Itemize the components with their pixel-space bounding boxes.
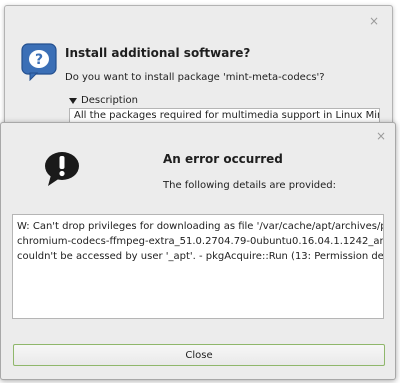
triangle-down-icon <box>69 97 77 104</box>
details-line: chromium-codecs-ffmpeg-extra_51.0.2704.7… <box>17 236 383 247</box>
screen: × ? Install additional software? Do you … <box>0 0 400 383</box>
install-question: Do you want to install package 'mint-met… <box>65 72 325 83</box>
details-line: couldn't be accessed by user '_apt'. - p… <box>17 251 384 262</box>
expander-label: Description <box>81 95 138 106</box>
close-button[interactable]: Close <box>13 344 385 366</box>
error-title: An error occurred <box>163 152 283 166</box>
details-line: W: Can't drop privileges for downloading… <box>17 221 384 232</box>
error-details[interactable]: W: Can't drop privileges for downloading… <box>12 214 384 319</box>
error-exclamation-icon <box>45 152 79 186</box>
error-dialog: × An error occurred The following detail… <box>0 122 396 380</box>
dialog-title: Install additional software? <box>65 46 251 60</box>
close-icon[interactable]: × <box>376 130 386 142</box>
error-subtitle: The following details are provided: <box>163 180 337 191</box>
svg-text:?: ? <box>35 52 43 68</box>
close-icon[interactable]: × <box>369 15 379 27</box>
question-icon: ? <box>21 43 57 81</box>
description-expander[interactable]: Description <box>69 95 138 106</box>
